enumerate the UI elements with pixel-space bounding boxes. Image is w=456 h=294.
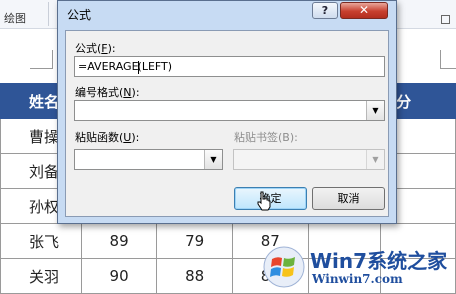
chevron-down-icon[interactable]: ▼: [366, 101, 384, 120]
dialog-title: 公式: [67, 8, 92, 22]
windows-flag-icon: [263, 246, 305, 288]
table-cell[interactable]: 88: [156, 258, 233, 294]
margin-mark-left: [30, 50, 53, 69]
margin-mark-right: [440, 50, 456, 69]
paste-function-label: 粘贴函数(U):: [75, 131, 140, 144]
dialog-body: 公式(F): =AVERAGE(LEFT) 编号格式(N): ▼ 粘贴函数(U)…: [65, 30, 389, 217]
number-format-dropdown[interactable]: ▼: [74, 100, 385, 121]
chevron-down-icon[interactable]: ▼: [204, 150, 222, 169]
paste-bookmark-label: 粘贴书签(B):: [234, 131, 298, 144]
ribbon-group-label: 绘图: [4, 12, 26, 25]
table-cell[interactable]: 79: [156, 223, 233, 259]
table-cell[interactable]: 89: [80, 223, 158, 259]
help-button[interactable]: ?: [312, 2, 338, 19]
formula-text-before: =AVERAGE: [78, 60, 139, 73]
chevron-down-icon: ▼: [366, 150, 384, 169]
watermark-brand: Win7系统之家: [310, 249, 448, 273]
formula-label: 公式(F):: [75, 42, 116, 55]
table-cell[interactable]: 关羽: [0, 258, 82, 294]
close-button[interactable]: ✕: [340, 2, 388, 19]
formula-dialog: 公式 ? ✕ 公式(F): =AVERAGE(LEFT) 编号格式(N): ▼ …: [57, 0, 397, 224]
cancel-button[interactable]: 取消: [312, 187, 385, 210]
ribbon-separator: [48, 2, 49, 26]
paste-function-dropdown[interactable]: ▼: [74, 149, 223, 170]
watermark: Win7系统之家 Winwin7.com: [258, 243, 454, 291]
table-cell[interactable]: 张飞: [0, 223, 82, 259]
dialog-launcher-icon[interactable]: [441, 15, 450, 24]
paste-bookmark-dropdown: ▼: [233, 149, 385, 170]
number-format-label: 编号格式(N):: [75, 86, 140, 99]
hand-cursor-icon: [257, 191, 271, 211]
number-format-value: [75, 106, 78, 119]
watermark-url: Winwin7.com: [312, 272, 403, 286]
formula-input[interactable]: =AVERAGE(LEFT): [74, 56, 385, 77]
formula-text-after: (LEFT): [137, 60, 173, 73]
table-cell[interactable]: 90: [80, 258, 158, 294]
